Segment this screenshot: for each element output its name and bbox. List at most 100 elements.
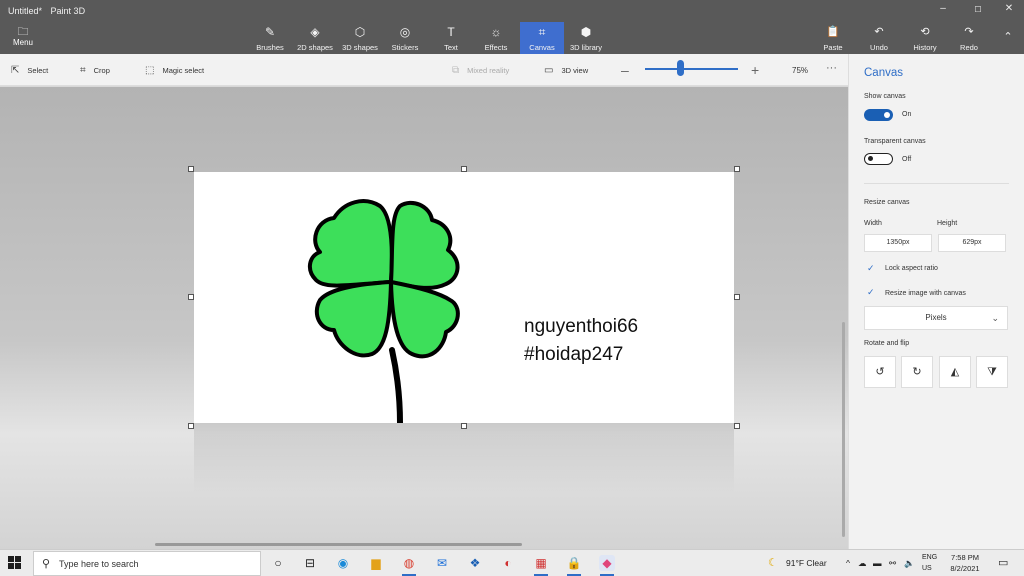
title-ribbon-bar: Untitled* Paint 3D – ☐ ✕ 🗀 Menu ✎ Brushes…	[0, 0, 1024, 54]
horizontal-scrollbar[interactable]	[155, 543, 522, 546]
units-dropdown[interactable]: Pixels ⌄	[864, 306, 1008, 330]
resize-canvas-label: Resize canvas	[864, 199, 910, 206]
sticker-icon: ◎	[399, 25, 411, 39]
canvas-text-line2[interactable]: #hoidap247	[524, 344, 623, 366]
paste-icon: 📋	[826, 26, 840, 38]
onedrive-icon[interactable]: ☁	[858, 558, 867, 569]
width-field[interactable]: 1350px	[864, 234, 932, 252]
canvas-icon: ⌗	[538, 25, 546, 39]
panel-title: Canvas	[864, 67, 903, 79]
shapes-3d-icon: ⬡	[354, 25, 366, 39]
mail-icon[interactable]: ✉	[434, 555, 450, 571]
history-icon: ⟲	[920, 26, 930, 38]
canvas-text-line1[interactable]: nguyenthoi66	[524, 316, 638, 338]
undo-button[interactable]: ↶ Undo	[866, 22, 892, 54]
notification-icon[interactable]: ▭	[998, 556, 1008, 569]
resize-handle-bottom-left[interactable]	[188, 423, 194, 429]
battery-icon[interactable]: ▬	[873, 558, 882, 568]
resize-handle-top-left[interactable]	[188, 166, 194, 172]
weather-icon: ☾	[768, 557, 778, 569]
dropbox-icon[interactable]: ❖	[467, 555, 483, 571]
taskbar-search[interactable]: ⚲ Type here to search	[33, 551, 261, 576]
flip-horizontal-button[interactable]: ◭	[939, 356, 971, 388]
app-red-icon[interactable]: ◐	[500, 555, 516, 571]
start-button[interactable]	[8, 556, 22, 570]
cortana-icon[interactable]: ○	[270, 555, 286, 571]
history-button[interactable]: ⟲ History	[908, 22, 942, 54]
collapse-ribbon-icon[interactable]: ⌃	[993, 30, 1023, 44]
lang-line2: US	[922, 565, 932, 572]
edge-icon[interactable]: ◉	[335, 555, 351, 571]
tool-2d-shapes[interactable]: ◈ 2D shapes	[296, 22, 334, 54]
tool-3d-shapes[interactable]: ⬡ 3D shapes	[341, 22, 379, 54]
view-3d-icon: ▭	[544, 65, 554, 76]
zoom-in-button[interactable]: +	[751, 62, 759, 78]
clock-date: 8/2/2021	[950, 564, 980, 573]
close-button[interactable]: ✕	[994, 3, 1024, 17]
tool-label: Undo	[870, 43, 888, 52]
vertical-scrollbar[interactable]	[842, 322, 845, 537]
secondary-toolbar: ⇱ Select ⌗ Crop ⬚ Magic select ⧉ Mixed r…	[0, 54, 848, 86]
file-explorer-icon[interactable]: ▆	[368, 555, 384, 571]
redo-button[interactable]: ↷ Redo	[956, 22, 982, 54]
lock-aspect-checkbox[interactable]: ✓	[867, 263, 875, 274]
crop-button[interactable]: ⌗ Crop	[80, 65, 110, 76]
tool-label: Redo	[960, 43, 978, 52]
network-icon[interactable]: ⚯	[889, 558, 896, 569]
lock-app-icon[interactable]: 🔒	[566, 555, 582, 576]
resize-handle-bottom[interactable]	[461, 423, 467, 429]
height-field[interactable]: 629px	[938, 234, 1006, 252]
canvas-panel: Canvas Show canvas On Transparent canvas…	[848, 54, 1024, 549]
resize-with-canvas-label: Resize image with canvas	[885, 290, 966, 297]
paste-button[interactable]: 📋 Paste	[820, 22, 846, 54]
resize-with-canvas-checkbox[interactable]: ✓	[867, 287, 875, 298]
crop-label: Crop	[93, 66, 110, 75]
tool-canvas[interactable]: ⌗ Canvas	[520, 22, 564, 54]
tool-label: Text	[444, 43, 458, 52]
task-view-icon[interactable]: ⊟	[302, 555, 318, 571]
resize-handle-top-right[interactable]	[734, 166, 740, 172]
zoom-out-button[interactable]: –	[621, 62, 629, 78]
show-canvas-toggle[interactable]	[864, 109, 893, 121]
rotate-left-button[interactable]: ↺	[864, 356, 896, 388]
maximize-button[interactable]: ☐	[963, 5, 993, 19]
mixed-reality-button[interactable]: ⧉ Mixed reality	[452, 65, 509, 76]
chrome-icon[interactable]: ◍	[401, 555, 417, 576]
resize-handle-right[interactable]	[734, 294, 740, 300]
view-3d-button[interactable]: ▭ 3D view	[544, 65, 588, 76]
tool-text[interactable]: T Text	[437, 22, 465, 54]
weather-text[interactable]: 91°F Clear	[786, 558, 827, 568]
tool-brushes[interactable]: ✎ Brushes	[254, 22, 286, 54]
drawing-canvas[interactable]: nguyenthoi66 #hoidap247	[194, 172, 734, 423]
transparent-canvas-state: Off	[902, 156, 912, 163]
app-grid-icon[interactable]: ▦	[533, 555, 549, 576]
flip-vertical-button[interactable]: ⧩	[976, 356, 1008, 388]
show-hidden-icons[interactable]: ^	[846, 558, 850, 568]
minimize-button[interactable]: –	[928, 3, 958, 17]
resize-handle-left[interactable]	[188, 294, 194, 300]
shapes-2d-icon: ◈	[310, 25, 320, 39]
resize-handle-bottom-right[interactable]	[734, 423, 740, 429]
more-options-button[interactable]: ···	[826, 62, 837, 74]
rotate-right-icon: ↻	[912, 366, 922, 378]
zoom-value: 75%	[792, 66, 809, 75]
resize-handle-top[interactable]	[461, 166, 467, 172]
rotate-right-button[interactable]: ↻	[901, 356, 933, 388]
tool-3d-library[interactable]: ⬢ 3D library	[567, 22, 605, 54]
zoom-slider-thumb[interactable]	[677, 60, 685, 76]
transparent-canvas-toggle[interactable]	[864, 153, 893, 165]
language-indicator[interactable]: ENG US	[922, 552, 937, 574]
tool-stickers[interactable]: ◎ Stickers	[390, 22, 420, 54]
clock[interactable]: 7:58 PM 8/2/2021	[940, 552, 990, 574]
menu-label: Menu	[12, 38, 33, 47]
menu-button[interactable]: 🗀 Menu	[10, 26, 36, 47]
app-name: Paint 3D	[50, 6, 86, 16]
zoom-slider-track[interactable]	[645, 68, 738, 70]
select-button[interactable]: ⇱ Select	[11, 65, 48, 76]
clover-leaf-bottom-right	[389, 280, 460, 359]
magic-select-button[interactable]: ⬚ Magic select	[145, 65, 204, 76]
volume-icon[interactable]: 🔈	[904, 558, 915, 569]
height-label: Height	[937, 220, 958, 227]
paint-3d-taskbar-icon[interactable]: ◆	[599, 555, 615, 576]
tool-effects[interactable]: ☼ Effects	[481, 22, 511, 54]
